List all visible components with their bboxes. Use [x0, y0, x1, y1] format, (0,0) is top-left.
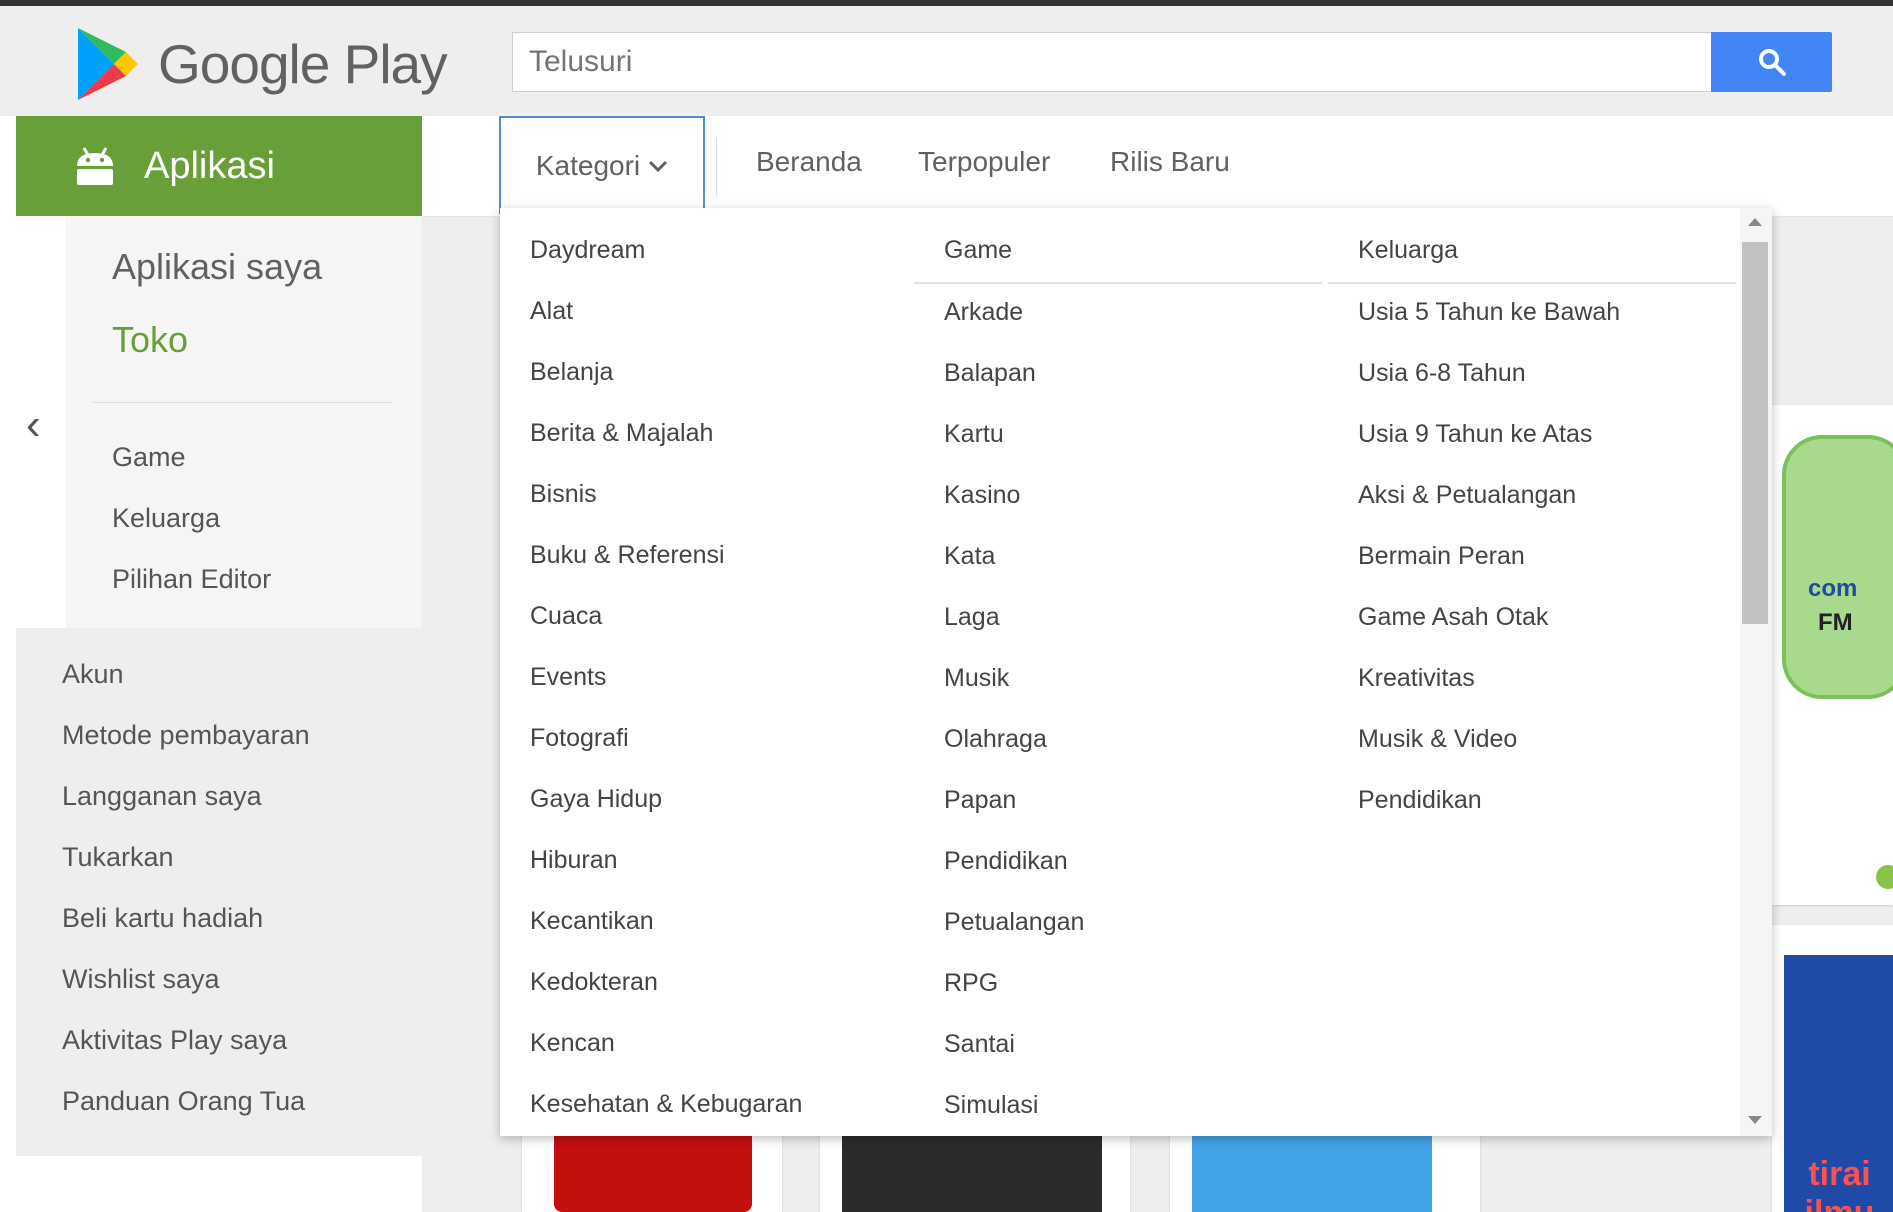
category-item[interactable]: Simulasi: [944, 1091, 1038, 1120]
account-item-payment[interactable]: Metode pembayaran: [62, 720, 310, 751]
category-item[interactable]: Usia 5 Tahun ke Bawah: [1358, 298, 1620, 327]
app-card[interactable]: com FM: [1772, 405, 1893, 905]
category-item[interactable]: Kencan: [530, 1029, 615, 1058]
sub-nav-item-editor-choice[interactable]: Pilihan Editor: [112, 564, 271, 595]
tab-rilis-baru[interactable]: Rilis Baru: [1110, 146, 1230, 178]
card-text-tirai-ilmu: tirai ilmu: [1805, 1155, 1875, 1212]
category-item[interactable]: Game Asah Otak: [1358, 603, 1548, 632]
account-menu: Akun Metode pembayaran Langganan saya Tu…: [16, 628, 422, 1156]
column-header-divider: [1328, 282, 1736, 284]
account-item-redeem[interactable]: Tukarkan: [62, 842, 174, 873]
tab-separator: [716, 138, 717, 196]
app-icon-radio: [1782, 435, 1893, 699]
category-item[interactable]: RPG: [944, 969, 998, 998]
category-item[interactable]: Aksi & Petualangan: [1358, 481, 1576, 510]
account-item-subscriptions[interactable]: Langganan saya: [62, 781, 262, 812]
search-icon: [1758, 49, 1786, 76]
my-apps-link[interactable]: Aplikasi saya: [112, 246, 322, 288]
category-item[interactable]: Musik: [944, 664, 1009, 693]
category-item[interactable]: Kata: [944, 542, 995, 571]
category-item[interactable]: Daydream: [530, 236, 645, 265]
category-dropdown: Daydream Alat Belanja Berita & Majalah B…: [500, 208, 1772, 1136]
category-item[interactable]: Pendidikan: [944, 847, 1068, 876]
category-item[interactable]: Hiburan: [530, 846, 618, 875]
scroll-down-arrow-icon[interactable]: [1748, 1116, 1762, 1124]
category-item[interactable]: Fotografi: [530, 724, 629, 753]
kategori-dropdown-button[interactable]: Kategori: [499, 116, 705, 214]
category-item[interactable]: Kreativitas: [1358, 664, 1475, 693]
category-item[interactable]: Santai: [944, 1030, 1015, 1059]
search-button[interactable]: [1711, 32, 1832, 92]
category-item[interactable]: Musik & Video: [1358, 725, 1517, 754]
category-item[interactable]: Bermain Peran: [1358, 542, 1525, 571]
category-item[interactable]: Laga: [944, 603, 1000, 632]
category-item[interactable]: Cuaca: [530, 602, 602, 631]
play-triangle-icon: [78, 28, 138, 100]
search-input[interactable]: [512, 32, 1714, 92]
app-icon-tirai-ilmu: tirai ilmu: [1784, 955, 1893, 1212]
category-item[interactable]: Arkade: [944, 298, 1023, 327]
category-item[interactable]: Kedokteran: [530, 968, 658, 997]
category-item[interactable]: Usia 9 Tahun ke Atas: [1358, 420, 1592, 449]
dropdown-scrollbar-thumb[interactable]: [1742, 242, 1768, 624]
tab-beranda[interactable]: Beranda: [756, 146, 862, 178]
card-text-com: com: [1808, 575, 1858, 602]
kategori-label: Kategori: [535, 150, 641, 181]
games-column-header[interactable]: Game: [944, 236, 1012, 265]
verified-icon: [1876, 865, 1893, 889]
chevron-left-icon[interactable]: ‹: [26, 400, 41, 450]
account-item-activity[interactable]: Aktivitas Play saya: [62, 1025, 287, 1056]
account-item-wishlist[interactable]: Wishlist saya: [62, 964, 220, 995]
category-item[interactable]: Kasino: [944, 481, 1020, 510]
search-bar: [512, 32, 1832, 92]
category-item[interactable]: Balapan: [944, 359, 1036, 388]
scroll-up-arrow-icon[interactable]: [1748, 218, 1762, 226]
account-item-akun[interactable]: Akun: [62, 659, 124, 690]
sub-nav-divider: [92, 402, 392, 403]
category-item[interactable]: Kecantikan: [530, 907, 654, 936]
android-icon: [77, 147, 113, 185]
category-item[interactable]: Papan: [944, 786, 1016, 815]
apps-section-tab[interactable]: Aplikasi: [16, 116, 422, 216]
google-play-logo[interactable]: Google Play: [76, 26, 448, 102]
category-item[interactable]: Berita & Majalah: [530, 419, 713, 448]
category-item[interactable]: Kartu: [944, 420, 1004, 449]
category-item[interactable]: Events: [530, 663, 606, 692]
brand-name: Google Play: [158, 33, 448, 95]
tab-terpopuler[interactable]: Terpopuler: [918, 146, 1050, 178]
category-item[interactable]: Buku & Referensi: [530, 541, 725, 570]
apps-section-label: Aplikasi: [144, 144, 275, 187]
account-item-gift-card[interactable]: Beli kartu hadiah: [62, 903, 263, 934]
app-card[interactable]: tirai ilmu: [1772, 925, 1893, 1212]
category-item[interactable]: Gaya Hidup: [530, 785, 662, 814]
category-item[interactable]: Pendidikan: [1358, 786, 1482, 815]
chevron-down-icon: [649, 160, 668, 173]
category-item[interactable]: Alat: [530, 297, 573, 326]
category-item[interactable]: Kesehatan & Kebugaran: [530, 1090, 802, 1119]
sub-nav-item-game[interactable]: Game: [112, 442, 186, 473]
category-item[interactable]: Usia 6-8 Tahun: [1358, 359, 1526, 388]
top-bar: Google Play: [0, 0, 1893, 116]
account-item-parent-guide[interactable]: Panduan Orang Tua: [62, 1086, 305, 1117]
category-item[interactable]: Olahraga: [944, 725, 1047, 754]
category-item[interactable]: Bisnis: [530, 480, 597, 509]
card-text-fm: FM: [1818, 609, 1853, 636]
column-header-divider: [914, 282, 1322, 284]
apps-sub-navigation: Aplikasi saya Toko Game Keluarga Pilihan…: [66, 216, 422, 628]
category-item[interactable]: Petualangan: [944, 908, 1084, 937]
category-item[interactable]: Belanja: [530, 358, 613, 387]
store-link[interactable]: Toko: [112, 319, 188, 361]
sub-nav-item-keluarga[interactable]: Keluarga: [112, 503, 220, 534]
family-column-header[interactable]: Keluarga: [1358, 236, 1458, 265]
